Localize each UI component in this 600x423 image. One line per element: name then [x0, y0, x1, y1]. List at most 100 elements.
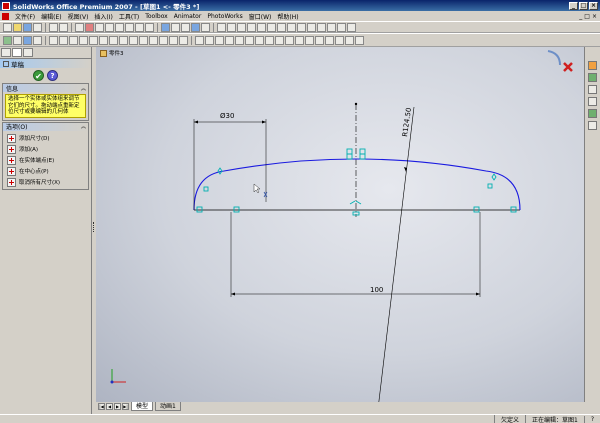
option-cancel-all[interactable]: 取消所有尺寸(X) [7, 177, 86, 188]
menu-tools[interactable]: 工具(T) [116, 12, 142, 21]
spline-icon[interactable] [149, 35, 158, 45]
profile-arc[interactable] [193, 158, 521, 211]
option-centerpoint[interactable]: 在中心点(P) [7, 166, 86, 177]
midpoint-marker[interactable] [352, 211, 360, 216]
message-group-header[interactable]: 信息 ︽ [3, 84, 88, 93]
back-view-icon[interactable] [227, 22, 236, 32]
tangent-arc-icon[interactable] [119, 35, 128, 45]
chamfer-icon[interactable] [205, 35, 214, 45]
extend-icon[interactable] [245, 35, 254, 45]
rebuild-icon[interactable] [85, 22, 94, 32]
appearances-icon[interactable] [588, 121, 597, 130]
diameter-dimension[interactable]: Ø30 [193, 112, 267, 210]
relation-marker[interactable] [233, 206, 240, 213]
bottom-view-icon[interactable] [267, 22, 276, 32]
confirmation-corner[interactable] [547, 47, 573, 72]
pan-icon[interactable] [145, 22, 154, 32]
fillet-icon[interactable] [195, 35, 204, 45]
hidden-lines-icon[interactable] [181, 22, 190, 32]
rotate-icon[interactable] [135, 22, 144, 32]
ok-button[interactable]: ✔ [33, 69, 44, 81]
rapid-sketch-icon[interactable] [355, 35, 364, 45]
smart-dimension-icon[interactable] [23, 35, 32, 45]
relation-marker[interactable] [196, 206, 203, 213]
two-view-icon[interactable] [327, 22, 336, 32]
status-help[interactable]: ? [583, 415, 600, 423]
collapse-icon[interactable]: ︽ [81, 123, 86, 130]
menu-help[interactable]: 帮助(H) [274, 12, 301, 21]
file-explorer-icon[interactable] [588, 85, 597, 94]
single-view-icon[interactable] [317, 22, 326, 32]
prev-tab-button[interactable]: ◀ [106, 403, 113, 410]
undo-icon[interactable] [49, 22, 58, 32]
doc-minimize-button[interactable]: _ [579, 13, 582, 20]
view-palette-icon[interactable] [588, 109, 597, 118]
perimeter-circle-icon[interactable] [99, 35, 108, 45]
relation-marker[interactable] [359, 148, 366, 155]
features-icon[interactable] [3, 35, 12, 45]
link-views-icon[interactable] [347, 22, 356, 32]
open-icon[interactable] [13, 22, 22, 32]
right-view-icon[interactable] [247, 22, 256, 32]
centerpoint-arc-icon[interactable] [109, 35, 118, 45]
sketch-exit-icon[interactable] [547, 50, 561, 66]
offset-icon[interactable] [215, 35, 224, 45]
close-button[interactable]: × [589, 1, 598, 10]
section-view-icon[interactable] [201, 22, 210, 32]
sketch-icon[interactable] [13, 35, 22, 45]
trim-icon[interactable] [235, 35, 244, 45]
option-add[interactable]: 添加(A) [7, 144, 86, 155]
zoom-area-icon[interactable] [115, 22, 124, 32]
zoom-fit-icon[interactable] [105, 22, 114, 32]
width-dimension[interactable]: 100 [230, 212, 481, 297]
relation-marker[interactable] [359, 153, 366, 160]
ellipse-icon[interactable] [139, 35, 148, 45]
width-dimension-text[interactable]: 100 [370, 286, 383, 294]
radius-dimension[interactable]: R124.50 [378, 106, 415, 402]
front-view-icon[interactable] [217, 22, 226, 32]
tangent-marker[interactable] [491, 173, 497, 181]
diameter-dimension-text[interactable]: Ø30 [220, 112, 234, 120]
add-relation-icon[interactable] [325, 35, 334, 45]
first-tab-button[interactable]: |◀ [98, 403, 105, 410]
cancel-sketch-icon[interactable] [563, 62, 573, 72]
four-view-icon[interactable] [337, 22, 346, 32]
relation-marker[interactable] [510, 206, 517, 213]
collapse-icon[interactable]: ︽ [81, 85, 86, 92]
options-group-header[interactable]: 选项(O) ︽ [3, 122, 88, 131]
relation-marker[interactable] [346, 148, 353, 155]
left-view-icon[interactable] [237, 22, 246, 32]
repair-sketch-icon[interactable] [335, 35, 344, 45]
point-icon[interactable] [159, 35, 168, 45]
last-tab-button[interactable]: ▶| [122, 403, 129, 410]
graphics-area[interactable]: 零件3 Ø30 R124.50 100 [96, 47, 584, 402]
top-view-icon[interactable] [257, 22, 266, 32]
symmetric-marker[interactable] [349, 200, 362, 205]
option-add-dimension[interactable]: 添加尺寸(D) [7, 133, 86, 144]
design-library-icon[interactable] [588, 73, 597, 82]
reference-geometry-icon[interactable] [33, 35, 42, 45]
view-orientation-icon[interactable] [161, 22, 170, 32]
solidworks-resources-icon[interactable] [588, 61, 597, 70]
text-icon[interactable] [179, 35, 188, 45]
new-icon[interactable] [3, 22, 12, 32]
feature-manager-tab[interactable] [1, 48, 11, 57]
menu-toolbox[interactable]: Toolbox [142, 13, 171, 20]
minimize-button[interactable]: _ [569, 1, 578, 10]
radius-dimension-text[interactable]: R124.50 [401, 107, 413, 137]
quick-snaps-icon[interactable] [345, 35, 354, 45]
configuration-manager-tab[interactable] [23, 48, 33, 57]
relation-marker[interactable] [346, 153, 353, 160]
doc-close-button[interactable]: × [592, 13, 597, 20]
three-point-arc-icon[interactable] [129, 35, 138, 45]
maximize-button[interactable]: □ [579, 1, 588, 10]
redo-icon[interactable] [59, 22, 68, 32]
rectangle-icon[interactable] [59, 35, 68, 45]
doc-restore-button[interactable]: □ [584, 13, 590, 20]
menu-view[interactable]: 视图(V) [65, 12, 92, 21]
wireframe-icon[interactable] [171, 22, 180, 32]
save-icon[interactable] [23, 22, 32, 32]
linear-pattern-icon[interactable] [265, 35, 274, 45]
polygon-icon[interactable] [79, 35, 88, 45]
property-manager-tab[interactable] [12, 48, 22, 57]
